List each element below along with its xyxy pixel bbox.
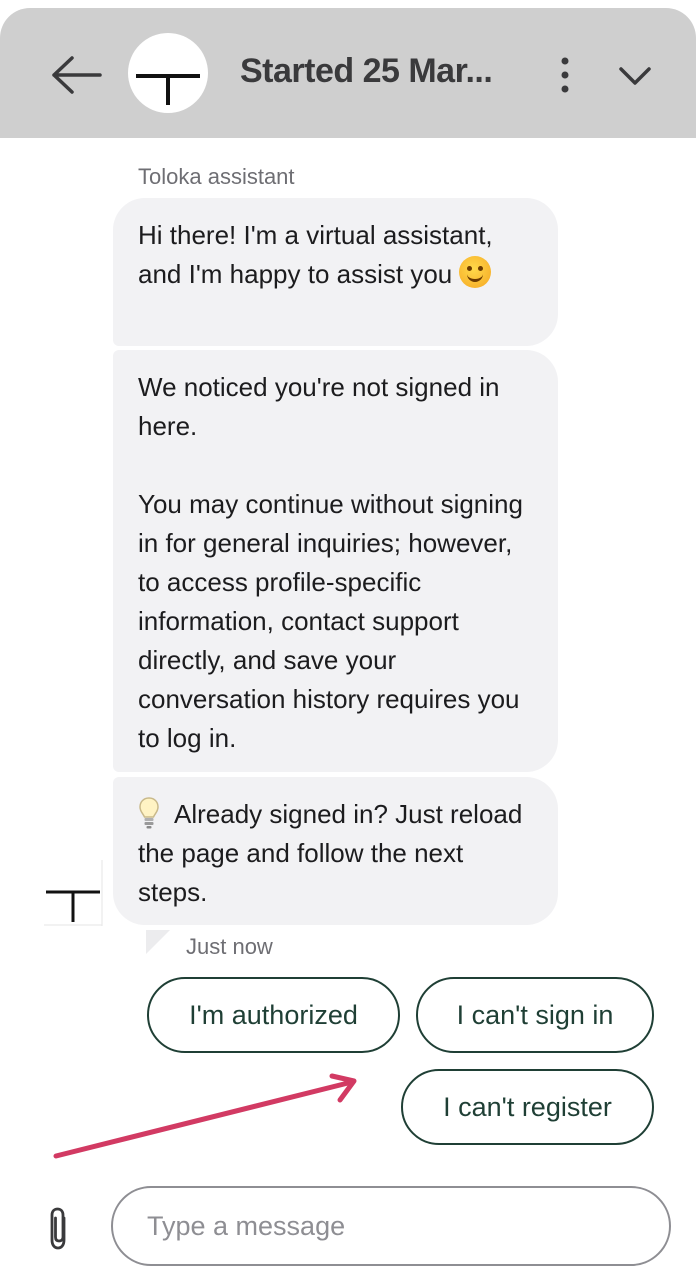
- toloka-logo-icon: [44, 860, 103, 926]
- quick-reply-authorized[interactable]: I'm authorized: [147, 977, 400, 1053]
- message-avatar: [44, 860, 104, 926]
- paperclip-icon: [50, 1207, 66, 1250]
- chevron-down-icon: [619, 67, 651, 85]
- attach-button[interactable]: [42, 1204, 76, 1252]
- lightbulb-icon: [138, 796, 160, 830]
- quick-reply-cant-register[interactable]: I can't register: [401, 1069, 654, 1145]
- arrow-left-icon: [52, 56, 102, 94]
- chat-header: Started 25 Mar...: [0, 8, 696, 138]
- collapse-button[interactable]: [612, 56, 658, 96]
- annotation-arrow: [53, 1073, 357, 1159]
- toloka-logo-icon: [136, 74, 200, 105]
- back-button[interactable]: [46, 50, 106, 100]
- bubble-tail: [146, 930, 170, 954]
- chat-title: Started 25 Mar...: [240, 52, 493, 90]
- message-bubble-already-signed-in: Already signed in? Just reload the page …: [113, 777, 558, 925]
- message-text: Hi there! I'm a virtual assistant, and I…: [138, 220, 493, 289]
- message-timestamp: Just now: [186, 934, 273, 959]
- assistant-avatar: [128, 33, 208, 113]
- message-composer: [111, 1186, 671, 1266]
- quick-reply-cant-sign-in[interactable]: I can't sign in: [416, 977, 654, 1053]
- smiling-face-icon: [459, 256, 492, 288]
- message-input[interactable]: [113, 1188, 669, 1264]
- more-vertical-icon: [561, 57, 569, 93]
- message-text: We noticed you're not signed in here. Yo…: [138, 372, 523, 753]
- sender-name: Toloka assistant: [138, 164, 295, 189]
- message-bubble-not-signed-in: We noticed you're not signed in here. Yo…: [113, 350, 558, 772]
- message-bubble-greeting: Hi there! I'm a virtual assistant, and I…: [113, 198, 558, 346]
- more-options-button[interactable]: [548, 52, 582, 98]
- message-text: Already signed in? Just reload the page …: [138, 799, 523, 907]
